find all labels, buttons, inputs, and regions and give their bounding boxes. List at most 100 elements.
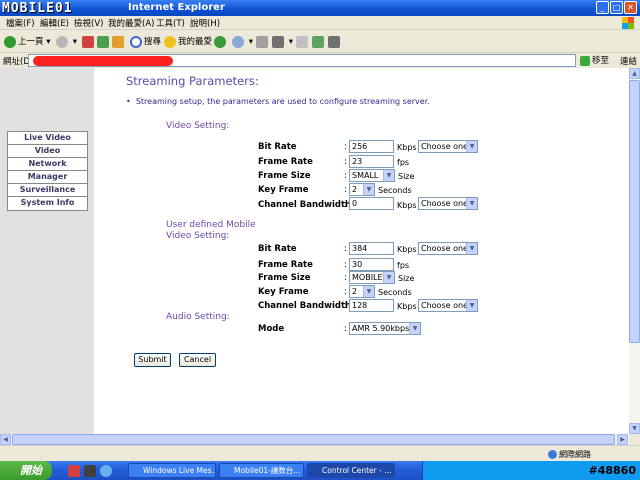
search-label: 搜尋 (144, 37, 162, 47)
mobile-frame-rate-input[interactable]: 30 (349, 258, 394, 271)
audio-mode-value: AMR 5.90kbps (352, 324, 410, 333)
description-text: Streaming setup, the parameters are used… (135, 97, 430, 106)
nav-surveillance[interactable]: Surveillance (8, 184, 87, 197)
toolbar: 上一頁 ▾ ▾ 搜尋 我的最愛 ▾ ▾ (0, 31, 640, 53)
video-bandwidth-label: Channel Bandwidth (258, 200, 352, 210)
favorites-button[interactable]: 我的最愛 (164, 34, 212, 50)
mobile-bandwidth-input[interactable]: 128 (349, 299, 394, 312)
mobile-bit-rate-input[interactable]: 384 (349, 242, 394, 255)
menu-favorites[interactable]: 我的最愛(A) (108, 17, 154, 29)
close-button[interactable]: ✕ (624, 1, 637, 14)
video-bit-rate-select[interactable]: Choose one ▼ (418, 140, 478, 153)
favorites-label: 我的最愛 (178, 37, 213, 47)
refresh-button[interactable] (97, 34, 111, 50)
links-button[interactable]: 連結 (620, 55, 637, 67)
edit-button[interactable] (296, 34, 310, 50)
messenger-button[interactable] (328, 34, 342, 50)
video-bandwidth-input[interactable]: 0 (349, 197, 394, 210)
video-frame-size-label: Frame Size (258, 171, 311, 181)
taskbar-item-control-center[interactable]: Control Center - ... (307, 463, 395, 478)
history-button[interactable]: ▾ (232, 34, 253, 50)
vertical-scrollbar[interactable]: ▲ ▼ (629, 68, 640, 434)
chevron-down-icon: ▼ (466, 300, 477, 311)
scroll-right-icon[interactable]: ▶ (617, 434, 628, 445)
search-button[interactable]: 搜尋 (130, 34, 161, 50)
menu-tools[interactable]: 工具(T) (156, 17, 185, 29)
media-button[interactable] (214, 34, 228, 50)
colon: : (344, 260, 347, 270)
quicklaunch-ie-icon[interactable] (100, 465, 112, 477)
menu-file[interactable]: 檔案(F) (6, 17, 35, 29)
start-button[interactable]: 開始 (0, 461, 52, 480)
video-bandwidth-select[interactable]: Choose one ▼ (418, 197, 478, 210)
minimize-button[interactable]: _ (596, 1, 609, 14)
cancel-button[interactable]: Cancel (179, 353, 216, 367)
go-button[interactable]: 移至 (580, 54, 609, 66)
video-frame-size-value: SMALL (352, 171, 379, 180)
chevron-down-icon: ▼ (363, 184, 374, 195)
mobile-bit-rate-select-value: Choose one (421, 244, 468, 253)
back-button[interactable]: 上一頁 ▾ (4, 34, 50, 50)
mobile-key-frame-label: Key Frame (258, 287, 309, 297)
forward-arrow-icon (56, 35, 68, 48)
submit-button[interactable]: Submit (134, 353, 171, 367)
colon: : (344, 142, 347, 152)
video-bit-rate-input[interactable]: 256 (349, 140, 394, 153)
maximize-button[interactable]: □ (610, 1, 623, 14)
forward-button[interactable]: ▾ (56, 34, 77, 50)
scroll-down-icon[interactable]: ▼ (629, 423, 640, 434)
video-bit-rate-label: Bit Rate (258, 142, 297, 152)
nav-video[interactable]: Video (8, 145, 87, 158)
page-title: Streaming Parameters: (126, 74, 259, 88)
menu-help[interactable]: 說明(H) (190, 17, 220, 29)
mobile-frame-size-unit: Size (398, 274, 415, 283)
nav-manager[interactable]: Manager (8, 171, 87, 184)
quicklaunch-app-icon[interactable] (68, 465, 80, 477)
video-bit-rate-unit: Kbps (397, 143, 417, 152)
mobile-section-subtitle: Video Setting: (166, 231, 230, 241)
mobile-bandwidth-select[interactable]: Choose one ▼ (418, 299, 478, 312)
mobile-frame-rate-label: Frame Rate (258, 260, 313, 270)
colon: : (344, 157, 347, 167)
discuss-button[interactable] (312, 34, 326, 50)
print-button[interactable]: ▾ (272, 34, 293, 50)
globe-icon (548, 450, 557, 459)
video-frame-rate-input[interactable]: 23 (349, 155, 394, 168)
video-key-frame-select[interactable]: 2 ▼ (349, 183, 375, 196)
left-panel: Live Video Video Network Manager Surveil… (0, 68, 94, 434)
zone-label: 網際網路 (559, 450, 591, 459)
nav-system-info[interactable]: System Info (8, 197, 87, 210)
mail-button[interactable] (256, 34, 270, 50)
colon: : (344, 324, 347, 334)
mobile-frame-size-label: Frame Size (258, 273, 311, 283)
scroll-up-icon[interactable]: ▲ (629, 68, 640, 79)
mail-icon (256, 35, 268, 48)
menu-edit[interactable]: 編輯(E) (40, 17, 69, 29)
stop-icon (82, 35, 94, 48)
mobile-frame-size-select[interactable]: MOBILE ▼ (349, 271, 395, 284)
horizontal-scroll-thumb[interactable] (12, 434, 615, 445)
refresh-icon (97, 35, 109, 48)
mobile-key-frame-select[interactable]: 2 ▼ (349, 285, 375, 298)
mobile-bit-rate-select[interactable]: Choose one ▼ (418, 242, 478, 255)
stop-button[interactable] (82, 34, 96, 50)
horizontal-scrollbar[interactable]: ◀ ▶ (0, 434, 629, 445)
quicklaunch-app2-icon[interactable] (84, 465, 96, 477)
edit-icon (296, 35, 308, 48)
menu-view[interactable]: 檢視(V) (74, 17, 103, 29)
video-frame-size-select[interactable]: SMALL ▼ (349, 169, 395, 182)
discuss-icon (312, 35, 324, 48)
address-input[interactable] (28, 54, 576, 67)
mobile-bandwidth-select-value: Choose one (421, 301, 468, 310)
scroll-thumb[interactable] (629, 80, 640, 343)
status-bar: 網際網路 (0, 445, 640, 461)
scroll-left-icon[interactable]: ◀ (0, 434, 11, 445)
audio-mode-select[interactable]: AMR 5.90kbps ▼ (349, 322, 421, 335)
internet-zone: 網際網路 (548, 449, 591, 460)
taskbar-item-messenger[interactable]: Windows Live Mes... (128, 463, 216, 478)
taskbar-item-mobile01[interactable]: Mobile01-讓数台... (219, 463, 304, 478)
nav-live-video[interactable]: Live Video (8, 132, 87, 145)
nav-network[interactable]: Network (8, 158, 87, 171)
video-frame-size-unit: Size (398, 172, 415, 181)
home-button[interactable] (112, 34, 126, 50)
